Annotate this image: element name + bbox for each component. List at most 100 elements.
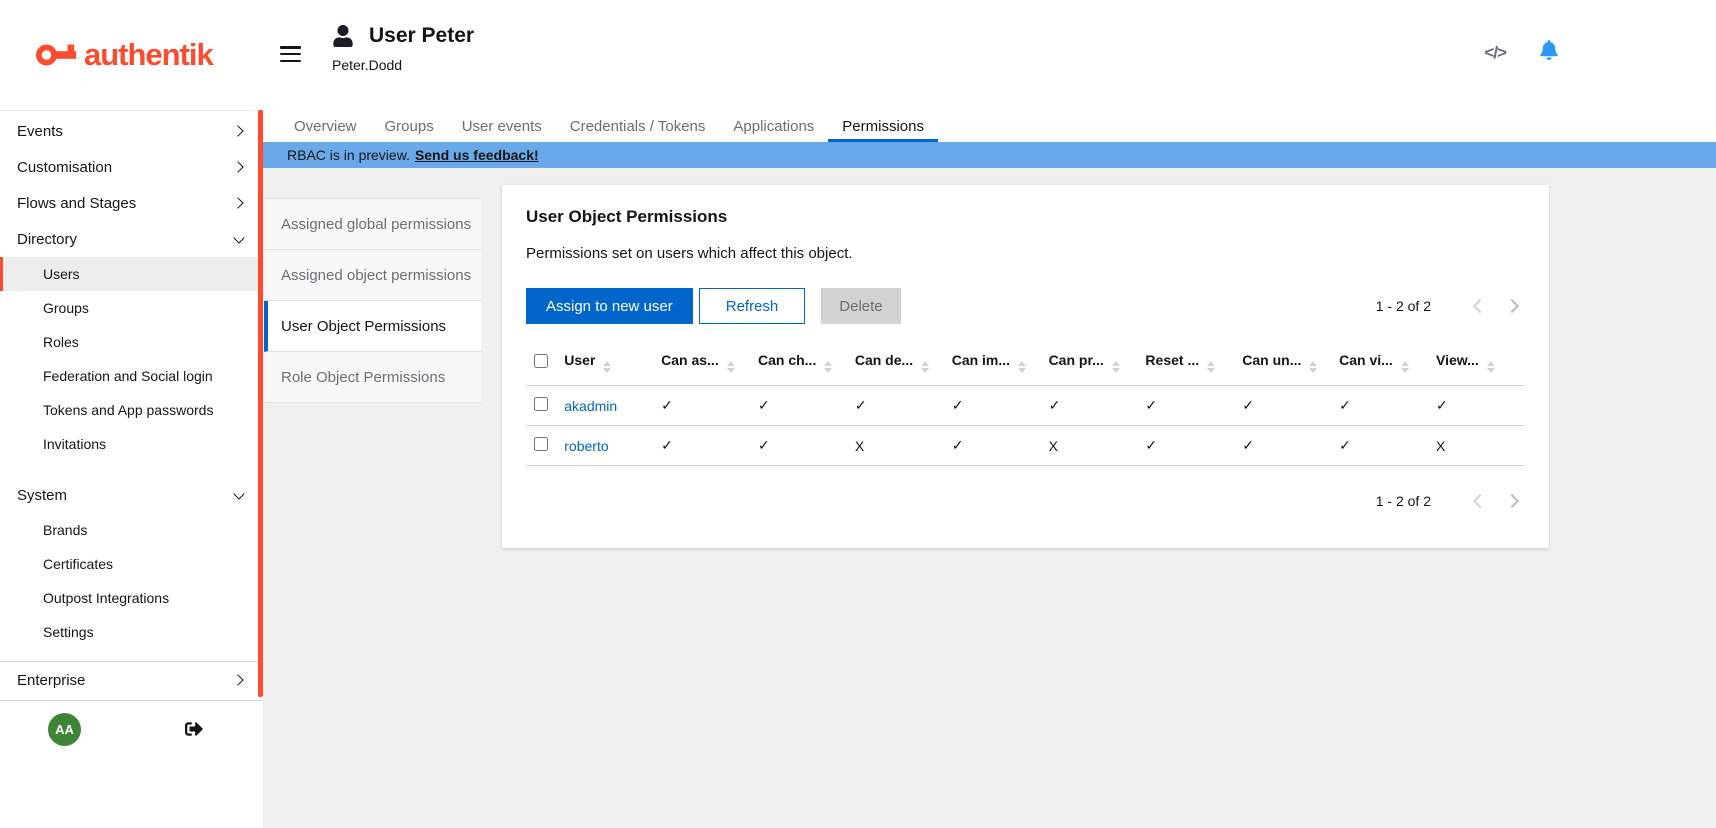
- sort-icon[interactable]: [603, 361, 611, 373]
- sidebar-item-system[interactable]: System: [0, 477, 263, 513]
- sidebar-item-label: Tokens and App passwords: [43, 402, 213, 418]
- sidebar-item-tokens[interactable]: Tokens and App passwords: [0, 393, 263, 427]
- tab-label: Overview: [294, 118, 357, 135]
- tab-groups[interactable]: Groups: [371, 110, 448, 142]
- pagination-next-button[interactable]: [1503, 490, 1525, 512]
- column-label: Can pr...: [1049, 352, 1104, 368]
- tab-overview[interactable]: Overview: [280, 110, 371, 142]
- sidebar-scrollbar[interactable]: [258, 110, 263, 697]
- sort-icon[interactable]: [1112, 361, 1120, 373]
- pagination-prev-button[interactable]: [1467, 295, 1489, 317]
- column-header-can-vi: Can vi...: [1331, 340, 1428, 386]
- pagination-bottom: 1 - 2 of 2: [1376, 490, 1525, 512]
- sidebar-item-roles[interactable]: Roles: [0, 325, 263, 359]
- hamburger-menu-icon[interactable]: [280, 46, 301, 62]
- vtab-assigned-object-permissions[interactable]: Assigned object permissions: [264, 250, 481, 301]
- permission-cell: ✓: [1331, 386, 1428, 426]
- column-label: Reset ...: [1145, 352, 1199, 368]
- sidebar-footer: AA: [0, 700, 263, 828]
- header-icons: </>: [1484, 40, 1558, 65]
- assign-to-new-user-button[interactable]: Assign to new user: [526, 288, 693, 324]
- sort-icon[interactable]: [1018, 361, 1026, 373]
- vtab-user-object-permissions[interactable]: User Object Permissions: [264, 301, 481, 352]
- sort-icon[interactable]: [824, 361, 832, 373]
- sidebar-item-outpost-integrations[interactable]: Outpost Integrations: [0, 581, 263, 615]
- sidebar-item-federation[interactable]: Federation and Social login: [0, 359, 263, 393]
- column-label: Can vi...: [1339, 352, 1393, 368]
- api-code-icon[interactable]: </>: [1484, 43, 1506, 63]
- chevron-right-icon: [233, 197, 245, 209]
- logout-icon[interactable]: [184, 720, 204, 743]
- tab-user-events[interactable]: User events: [448, 110, 556, 142]
- permission-cell: ✓: [847, 386, 944, 426]
- vtab-label: User Object Permissions: [281, 318, 446, 335]
- sidebar-item-events[interactable]: Events: [0, 113, 263, 149]
- sidebar-item-invitations[interactable]: Invitations: [0, 427, 263, 461]
- column-header-can-un: Can un...: [1234, 340, 1331, 386]
- sort-icon[interactable]: [1309, 361, 1317, 373]
- chevron-down-icon: [233, 489, 245, 501]
- sort-icon[interactable]: [1401, 361, 1409, 373]
- pagination-label: 1 - 2 of 2: [1376, 298, 1431, 314]
- sidebar-item-groups[interactable]: Groups: [0, 291, 263, 325]
- column-label: Can im...: [952, 352, 1010, 368]
- delete-button[interactable]: Delete: [821, 288, 900, 324]
- sidebar-item-label: Brands: [43, 522, 87, 538]
- sort-icon[interactable]: [921, 361, 929, 373]
- authentik-logo[interactable]: authentik: [36, 37, 213, 73]
- sidebar-item-customisation[interactable]: Customisation: [0, 149, 263, 185]
- permission-cell: X: [847, 426, 944, 466]
- page-header: User Peter Peter.Dodd </>: [263, 0, 1716, 110]
- user-link[interactable]: akadmin: [564, 398, 617, 414]
- row-select-cell: [526, 386, 556, 426]
- sort-icon[interactable]: [1207, 361, 1215, 373]
- chevron-right-icon: [233, 125, 245, 137]
- panel-description: Permissions set on users which affect th…: [526, 245, 1525, 262]
- user-link[interactable]: roberto: [564, 438, 608, 454]
- sidebar-item-label: Certificates: [43, 556, 113, 572]
- sidebar-item-label: Users: [43, 266, 80, 282]
- tab-applications[interactable]: Applications: [719, 110, 828, 142]
- permissions-table: User Can as... Can ch... Can de... Can i…: [526, 340, 1525, 466]
- avatar[interactable]: AA: [48, 713, 81, 746]
- permission-tab-list: Assigned global permissions Assigned obj…: [264, 198, 481, 403]
- feedback-link[interactable]: Send us feedback!: [415, 147, 539, 163]
- sidebar-item-certificates[interactable]: Certificates: [0, 547, 263, 581]
- permission-cell: X: [1428, 426, 1525, 466]
- sidebar: authentik Events Customisation Flows and…: [0, 0, 263, 828]
- sidebar-item-label: System: [17, 487, 67, 504]
- pagination-prev-button[interactable]: [1467, 490, 1489, 512]
- sort-icon[interactable]: [727, 361, 735, 373]
- vtab-role-object-permissions[interactable]: Role Object Permissions: [264, 352, 481, 403]
- logo-area: authentik: [0, 0, 263, 110]
- sidebar-item-directory[interactable]: Directory: [0, 221, 263, 257]
- sidebar-item-label: Flows and Stages: [17, 195, 136, 212]
- row-checkbox[interactable]: [534, 397, 548, 411]
- vtab-label: Role Object Permissions: [281, 369, 445, 386]
- tab-permissions[interactable]: Permissions: [828, 110, 938, 142]
- tab-credentials-tokens[interactable]: Credentials / Tokens: [556, 110, 720, 142]
- sidebar-item-enterprise[interactable]: Enterprise: [0, 662, 263, 698]
- sidebar-item-label: Directory: [17, 231, 77, 248]
- permission-cell: ✓: [1041, 386, 1138, 426]
- select-all-cell: [526, 340, 556, 386]
- permission-cell: ✓: [653, 386, 750, 426]
- pagination-next-button[interactable]: [1503, 295, 1525, 317]
- row-checkbox[interactable]: [534, 437, 548, 451]
- select-all-checkbox[interactable]: [534, 354, 548, 368]
- sidebar-item-brands[interactable]: Brands: [0, 513, 263, 547]
- toolbar: Assign to new user Refresh Delete 1 - 2 …: [526, 288, 1525, 324]
- column-header-reset: Reset ...: [1137, 340, 1234, 386]
- refresh-button[interactable]: Refresh: [699, 288, 806, 324]
- sidebar-item-settings[interactable]: Settings: [0, 615, 263, 649]
- sidebar-item-users[interactable]: Users: [0, 257, 263, 291]
- user-cell: akadmin: [556, 386, 653, 426]
- notifications-bell-icon[interactable]: [1540, 40, 1558, 65]
- sidebar-item-flows-and-stages[interactable]: Flows and Stages: [0, 185, 263, 221]
- chevron-right-icon: [233, 161, 245, 173]
- sort-icon[interactable]: [1487, 361, 1495, 373]
- vtab-assigned-global-permissions[interactable]: Assigned global permissions: [264, 199, 481, 250]
- pagination-bottom-wrap: 1 - 2 of 2: [526, 490, 1525, 512]
- authentik-logo-text: authentik: [84, 37, 213, 73]
- column-label: Can de...: [855, 352, 913, 368]
